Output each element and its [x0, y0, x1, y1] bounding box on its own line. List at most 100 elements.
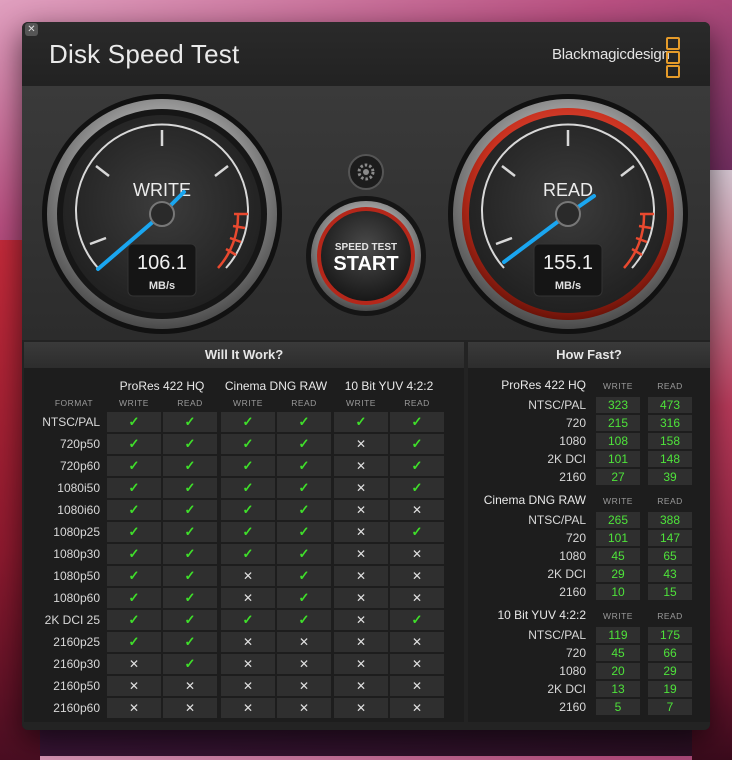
wiw-group-2: 10 Bit YUV 4:2:2: [344, 379, 434, 393]
check-icon: ✓: [163, 522, 217, 542]
check-icon: ✓: [390, 412, 444, 432]
hf-row-label: 1080: [559, 664, 586, 678]
hf-row-label: NTSC/PAL: [528, 513, 586, 527]
hf-read-value: 148: [648, 451, 692, 467]
check-icon: ✓: [163, 610, 217, 630]
check-icon: ✓: [390, 522, 444, 542]
wiw-row-format: 1080p25: [53, 525, 100, 539]
hf-read-value: 147: [648, 530, 692, 546]
check-icon: ✓: [107, 478, 161, 498]
check-icon: ✓: [277, 566, 331, 586]
cross-icon: ✕: [221, 588, 275, 608]
cross-icon: ✕: [334, 698, 388, 718]
check-icon: ✓: [163, 544, 217, 564]
check-icon: ✓: [221, 456, 275, 476]
cross-icon: ✕: [277, 676, 331, 696]
hf-row-label: NTSC/PAL: [528, 398, 586, 412]
hf-row-label: 720: [565, 416, 586, 430]
wiw-row-format: 2160p25: [53, 635, 100, 649]
wiw-row-format: 2160p50: [53, 679, 100, 693]
wiw-row-format: NTSC/PAL: [42, 415, 100, 429]
cross-icon: ✕: [334, 456, 388, 476]
disk-speed-test-window: ✕ Disk Speed Test Blackmagicdesign WRITE…: [22, 22, 710, 730]
cross-icon: ✕: [334, 478, 388, 498]
wiw-col-header: READ: [177, 398, 203, 408]
read-label: READ: [543, 180, 593, 200]
hf-read-value: 158: [648, 433, 692, 449]
cross-icon: ✕: [221, 632, 275, 652]
hf-row-label: 2K DCI: [547, 452, 586, 466]
hf-read-value: 29: [648, 663, 692, 679]
hf-row-label: 1080: [559, 549, 586, 563]
write-label: WRITE: [133, 180, 191, 200]
check-icon: ✓: [163, 434, 217, 454]
hf-read-header: READ: [657, 496, 683, 506]
hf-read-value: 473: [648, 397, 692, 413]
hf-row-label: 720: [565, 531, 586, 545]
hf-group-title: ProRes 422 HQ: [501, 378, 586, 392]
cross-icon: ✕: [221, 676, 275, 696]
check-icon: ✓: [221, 522, 275, 542]
hf-read-value: 175: [648, 627, 692, 643]
wiw-row-format: 2160p60: [53, 701, 100, 715]
hf-write-header: WRITE: [603, 496, 633, 506]
read-gauge: READ 155.1 MB/s: [448, 94, 688, 334]
check-icon: ✓: [107, 544, 161, 564]
cross-icon: ✕: [163, 698, 217, 718]
check-icon: ✓: [277, 610, 331, 630]
wiw-col-header: READ: [404, 398, 430, 408]
check-icon: ✓: [277, 456, 331, 476]
cross-icon: ✕: [334, 500, 388, 520]
hf-write-value: 10: [596, 584, 640, 600]
cross-icon: ✕: [277, 632, 331, 652]
hf-group-title: Cinema DNG RAW: [483, 493, 586, 507]
start-button-line2: START: [333, 253, 398, 275]
wiw-group-1: Cinema DNG RAW: [224, 379, 328, 393]
check-icon: ✓: [334, 412, 388, 432]
hf-write-value: 101: [596, 530, 640, 546]
hf-read-value: 19: [648, 681, 692, 697]
close-icon[interactable]: ✕: [25, 23, 38, 36]
write-speed-value: 106.1: [137, 252, 187, 274]
check-icon: ✓: [107, 588, 161, 608]
how-fast-panel: How Fast? ProRes 422 HQ WRITE READ NTSC/PAL…: [468, 342, 710, 722]
check-icon: ✓: [277, 412, 331, 432]
brand-logo-icon: [666, 37, 680, 78]
cross-icon: ✕: [107, 654, 161, 674]
hf-read-value: 316: [648, 415, 692, 431]
speed-test-start-button[interactable]: SPEED TEST START: [306, 196, 426, 316]
cross-icon: ✕: [221, 654, 275, 674]
cross-icon: ✕: [334, 610, 388, 630]
check-icon: ✓: [277, 522, 331, 542]
hf-row-label: 2160: [559, 585, 586, 599]
hf-read-value: 66: [648, 645, 692, 661]
cross-icon: ✕: [390, 588, 444, 608]
hf-write-header: WRITE: [603, 611, 633, 621]
wiw-row-format: 2160p30: [53, 657, 100, 671]
wiw-row-format: 720p60: [59, 459, 100, 473]
check-icon: ✓: [221, 610, 275, 630]
hf-write-value: 108: [596, 433, 640, 449]
check-icon: ✓: [163, 412, 217, 432]
cross-icon: ✕: [277, 698, 331, 718]
hf-read-value: 15: [648, 584, 692, 600]
hf-write-value: 27: [596, 469, 640, 485]
gear-icon[interactable]: [348, 154, 384, 190]
hf-write-value: 20: [596, 663, 640, 679]
wiw-col-header: WRITE: [346, 398, 376, 408]
check-icon: ✓: [163, 478, 217, 498]
cross-icon: ✕: [221, 698, 275, 718]
check-icon: ✓: [163, 632, 217, 652]
brand-name: Blackmagicdesign: [552, 46, 670, 63]
check-icon: ✓: [107, 566, 161, 586]
check-icon: ✓: [277, 434, 331, 454]
check-icon: ✓: [277, 478, 331, 498]
hf-write-value: 119: [596, 627, 640, 643]
check-icon: ✓: [107, 522, 161, 542]
cross-icon: ✕: [163, 676, 217, 696]
hf-row-label: 720: [565, 646, 586, 660]
start-button-line1: SPEED TEST: [335, 242, 397, 253]
hf-read-value: 43: [648, 566, 692, 582]
hf-read-header: READ: [657, 611, 683, 621]
check-icon: ✓: [107, 610, 161, 630]
